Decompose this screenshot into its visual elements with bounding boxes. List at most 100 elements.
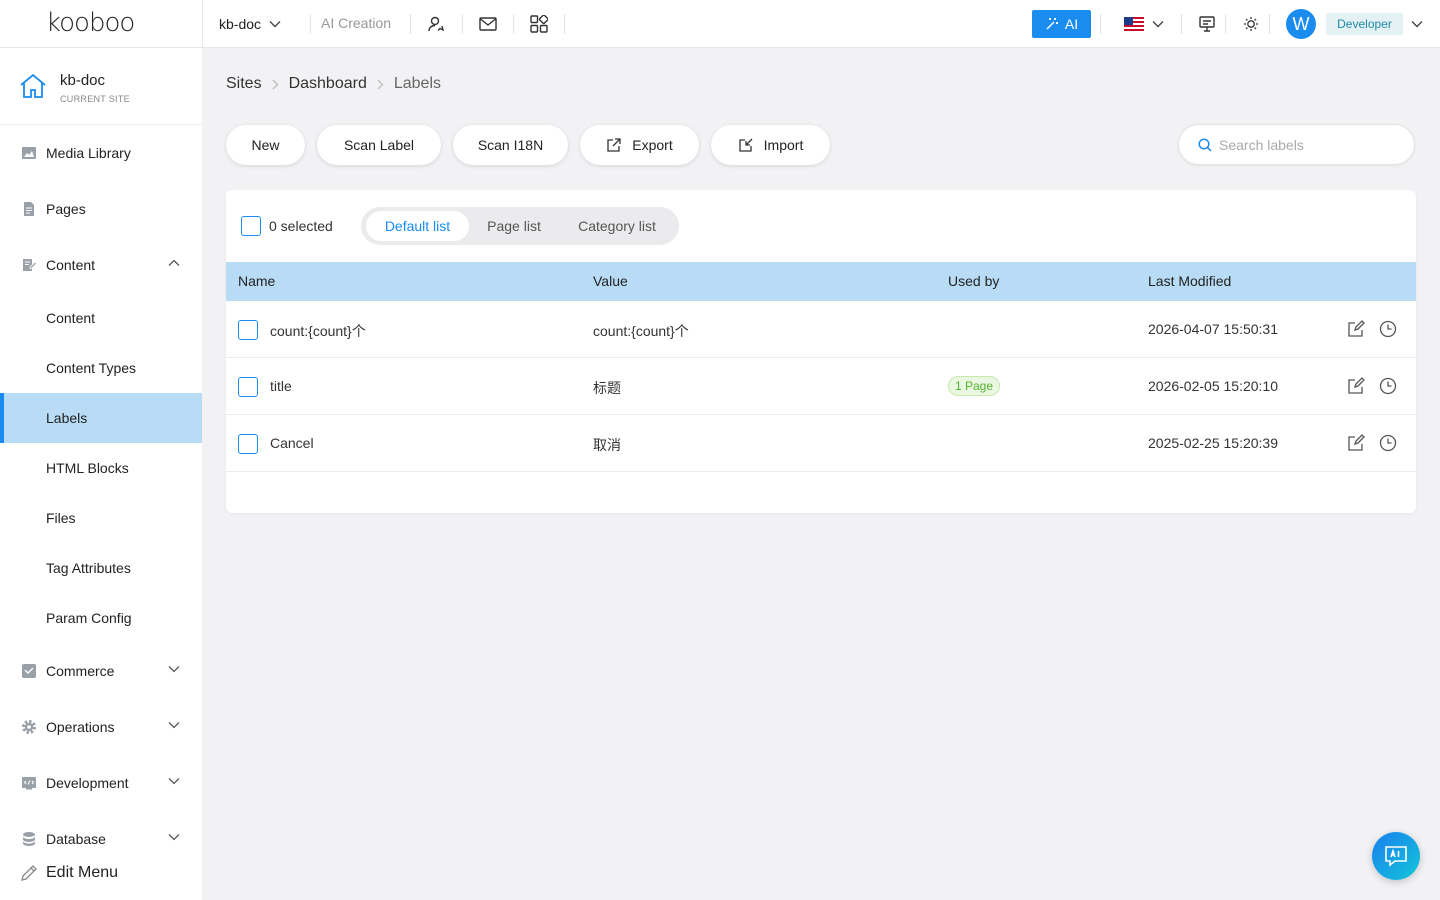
divider	[1269, 14, 1270, 34]
sidebar-item-content[interactable]: Content	[0, 293, 202, 343]
sidebar-item-label: Operations	[46, 719, 115, 735]
sidebar-item-content-group[interactable]: Content	[0, 240, 202, 290]
home-icon	[20, 73, 46, 98]
row-checkbox[interactable]	[238, 320, 258, 340]
label-name[interactable]: count:{count}个	[270, 321, 366, 341]
label-name[interactable]: Cancel	[270, 435, 314, 451]
label-name[interactable]: title	[270, 378, 292, 394]
used-by-badge[interactable]: 1 Page	[948, 376, 1001, 396]
sidebar-item-content-types[interactable]: Content Types	[0, 343, 202, 393]
mail-icon[interactable]	[478, 14, 498, 34]
sidebar-item-label: Tag Attributes	[46, 560, 131, 576]
last-modified: 2026-02-05 15:20:10	[1148, 378, 1278, 394]
export-button[interactable]: Export	[580, 125, 699, 165]
history-clock-icon[interactable]	[1379, 320, 1397, 338]
ai-assistant-button[interactable]	[1372, 832, 1420, 880]
sidebar-item-param-config[interactable]: Param Config	[0, 593, 202, 643]
magic-wand-icon	[1046, 18, 1058, 30]
labels-panel: 0 selected Default list Page list Catego…	[226, 190, 1416, 513]
edit-menu-button[interactable]: Edit Menu	[0, 858, 202, 888]
table-row[interactable]: title 标题 1 Page 2026-02-05 15:20:10	[226, 358, 1416, 415]
column-header-name[interactable]: Name	[238, 273, 275, 289]
sidebar-item-label: Commerce	[46, 663, 115, 679]
sidebar-item-files[interactable]: Files	[0, 493, 202, 543]
breadcrumb: Sites Dashboard Labels	[226, 74, 441, 94]
import-button[interactable]: Import	[711, 125, 830, 165]
column-header-value[interactable]: Value	[593, 273, 628, 289]
pencil-icon	[21, 865, 37, 881]
edit-icon[interactable]	[1347, 377, 1365, 395]
history-clock-icon[interactable]	[1379, 377, 1397, 395]
label-value: count:{count}个	[593, 323, 689, 339]
sidebar-item-database[interactable]: Database	[0, 814, 202, 864]
chevron-down-icon	[168, 722, 180, 729]
sidebar-item-operations[interactable]: Operations	[0, 702, 202, 752]
site-switcher[interactable]: kb-doc	[202, 0, 281, 48]
breadcrumb-sites[interactable]: Sites	[226, 75, 262, 93]
last-modified: 2026-04-07 15:50:31	[1148, 321, 1278, 337]
last-modified: 2025-02-25 15:20:39	[1148, 435, 1278, 451]
tab-default-list[interactable]: Default list	[366, 211, 469, 241]
chevron-down-icon[interactable]	[1148, 14, 1168, 34]
ai-button[interactable]: AI	[1032, 10, 1091, 38]
kooboo-logo[interactable]: kooboo	[46, 8, 135, 38]
sidebar-item-html-blocks[interactable]: HTML Blocks	[0, 443, 202, 493]
sidebar-item-label: Pages	[46, 201, 86, 217]
current-site-caption: CURRENT SITE	[60, 94, 130, 104]
table-row[interactable]: Cancel 取消 2025-02-25 15:20:39	[226, 415, 1416, 472]
select-all-checkbox[interactable]	[241, 216, 261, 236]
top-bar: kooboo kb-doc AI Creation AI W Developer	[0, 0, 1440, 48]
user-manage-icon[interactable]	[426, 14, 446, 34]
page-icon	[24, 202, 34, 216]
new-button[interactable]: New	[226, 125, 305, 165]
scan-i18n-button-label: Scan I18N	[477, 137, 544, 153]
sidebar-item-tag-attributes[interactable]: Tag Attributes	[0, 543, 202, 593]
sidebar-item-development[interactable]: Development	[0, 758, 202, 808]
row-checkbox[interactable]	[238, 377, 258, 397]
table-header: Name Value Used by Last Modified	[226, 262, 1416, 301]
sidebar-item-label: Content	[46, 257, 96, 273]
current-site[interactable]: kb-doc CURRENT SITE	[0, 48, 202, 125]
ai-creation-link[interactable]: AI Creation	[321, 15, 391, 31]
image-icon	[22, 147, 36, 159]
chevron-right-icon	[377, 79, 384, 90]
sidebar-item-label: Database	[46, 831, 106, 847]
us-flag-icon[interactable]	[1124, 17, 1144, 31]
search-input[interactable]	[1219, 135, 1399, 155]
sidebar-item-label: Param Config	[46, 610, 132, 626]
import-button-label: Import	[763, 137, 804, 153]
cart-icon	[22, 664, 36, 678]
table-row[interactable]: count:{count}个 count:{count}个 2026-04-07…	[226, 301, 1416, 358]
column-header-last-modified[interactable]: Last Modified	[1148, 273, 1231, 289]
chevron-down-icon	[168, 778, 180, 785]
sidebar-item-pages[interactable]: Pages	[0, 184, 202, 234]
export-button-label: Export	[632, 137, 673, 153]
label-value: 标题	[593, 380, 621, 396]
selected-count: 0 selected	[269, 218, 333, 234]
chevron-down-icon	[168, 666, 180, 673]
avatar[interactable]: W	[1286, 9, 1316, 39]
content-icon	[23, 259, 37, 271]
sidebar-item-labels[interactable]: Labels	[0, 393, 202, 443]
tab-category-list[interactable]: Category list	[559, 211, 675, 241]
role-badge[interactable]: Developer	[1326, 13, 1403, 35]
sidebar-item-label: Content Types	[46, 360, 137, 376]
chevron-down-icon[interactable]	[1407, 14, 1427, 34]
sidebar-item-commerce[interactable]: Commerce	[0, 646, 202, 696]
search-box	[1178, 124, 1415, 165]
breadcrumb-dashboard[interactable]: Dashboard	[289, 75, 367, 93]
column-header-used-by[interactable]: Used by	[948, 273, 999, 289]
scan-i18n-button[interactable]: Scan I18N	[453, 125, 568, 165]
edit-icon[interactable]	[1347, 434, 1365, 452]
row-checkbox[interactable]	[238, 434, 258, 454]
divider	[564, 14, 565, 34]
sidebar-item-media-library[interactable]: Media Library	[0, 128, 202, 178]
presentation-icon[interactable]	[1197, 14, 1217, 34]
sun-theme-icon[interactable]	[1241, 14, 1261, 34]
tab-page-list[interactable]: Page list	[471, 211, 557, 241]
site-switcher-label: kb-doc	[219, 16, 262, 32]
history-clock-icon[interactable]	[1379, 434, 1397, 452]
scan-label-button[interactable]: Scan Label	[317, 125, 441, 165]
apps-icon[interactable]	[529, 14, 549, 34]
edit-icon[interactable]	[1347, 320, 1365, 338]
